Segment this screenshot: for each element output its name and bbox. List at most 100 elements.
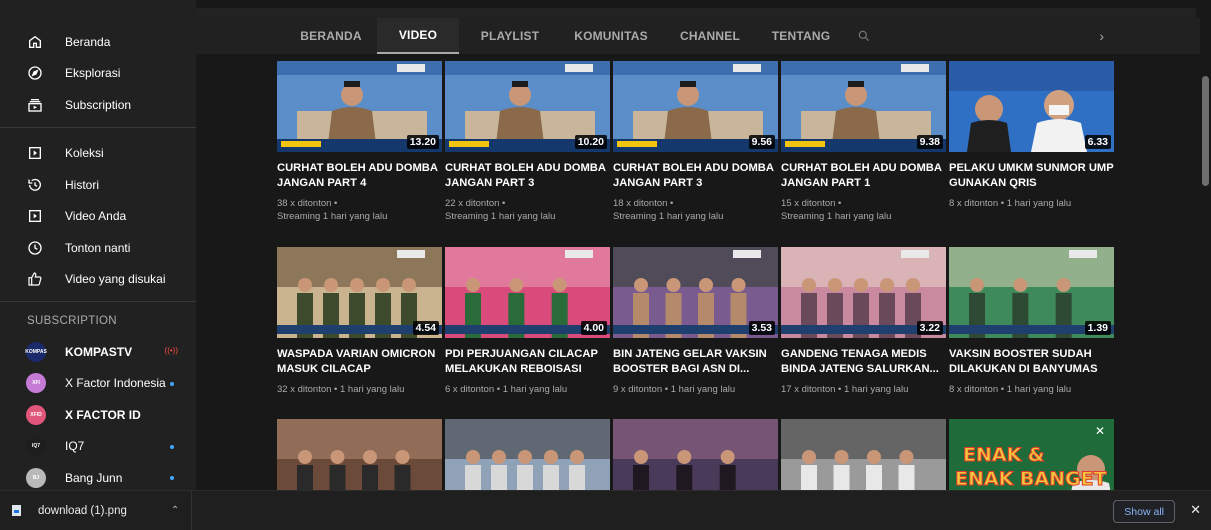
video-thumbnail[interactable]: 3.53 [613, 247, 778, 338]
video-thumbnail[interactable]: 3.22 [781, 247, 946, 338]
subscriptions-icon [26, 96, 44, 114]
video-meta: 32 x ditonton • 1 hari yang lalu [277, 383, 442, 396]
sidebar-item-beranda[interactable]: Beranda [0, 26, 196, 58]
video-title[interactable]: BIN JATENG GELAR VAKSIN BOOSTER BAGI ASN… [613, 347, 778, 377]
upload-time: Streaming 1 hari yang lalu [277, 211, 388, 222]
duration-badge: 4.54 [412, 321, 439, 335]
sidebar-item-histori[interactable]: Histori [0, 169, 196, 201]
video-thumbnail[interactable]: 13.20 [277, 61, 442, 152]
video-thumbnail[interactable]: 10.20 [445, 61, 610, 152]
tab-playlist[interactable]: PLAYLIST [460, 18, 560, 54]
video-meta: 38 x ditonton • Streaming 1 hari yang lal… [277, 197, 442, 223]
video-card[interactable]: 3.53 BIN JATENG GELAR VAKSIN BOOSTER BAGI… [613, 247, 778, 396]
video-card[interactable]: 6.33 PELAKU UMKM SUNMOR UMP GUNAKAN QRIS 8… [949, 61, 1114, 223]
tab-beranda[interactable]: BERANDA [286, 18, 376, 54]
sidebar-item-label: Video yang disukai [65, 272, 166, 287]
tab-channel[interactable]: CHANNEL [662, 18, 758, 54]
video-thumbnail[interactable]: 6.33 [949, 61, 1114, 152]
video-meta: 22 x ditonton • Streaming 1 hari yang lal… [445, 197, 610, 223]
video-card[interactable]: 9.56 CURHAT BOLEH ADU DOMBA JANGAN PART 3… [613, 61, 778, 223]
sidebar-divider [0, 126, 196, 128]
video-title[interactable]: CURHAT BOLEH ADU DOMBA JANGAN PART 4 [277, 161, 442, 191]
tabs-next-chevron-icon[interactable]: › [1099, 18, 1104, 54]
video-thumbnail[interactable]: 1.39 [949, 247, 1114, 338]
video-row: 13.20 CURHAT BOLEH ADU DOMBA JANGAN PART … [277, 61, 1117, 223]
duration-badge: 4.00 [580, 321, 607, 335]
video-thumbnail[interactable]: 4.00 [445, 247, 610, 338]
view-count: 22 x ditonton • [445, 198, 506, 209]
home-icon [26, 33, 44, 51]
sidebar-item-label: Koleksi [65, 146, 104, 161]
video-card[interactable]: 3.22 GANDENG TENAGA MEDIS BINDA JATENG SA… [781, 247, 946, 396]
video-title[interactable]: WASPADA VARIAN OMICRON MASUK CILACAP [277, 347, 442, 377]
top-strip [196, 0, 1200, 18]
svg-text:ENAK BANGET: ENAK BANGET [955, 468, 1107, 490]
video-thumbnail[interactable]: 9.38 [781, 61, 946, 152]
duration-badge: 6.33 [1084, 135, 1111, 149]
upload-time: Streaming 1 hari yang lalu [613, 211, 724, 222]
new-content-dot [170, 381, 174, 386]
video-title[interactable]: CURHAT BOLEH ADU DOMBA JANGAN PART 3 [613, 161, 778, 191]
subscription-item[interactable]: XFI X Factor Indonesia [0, 368, 196, 400]
video-title[interactable]: CURHAT BOLEH ADU DOMBA JANGAN PART 3 [445, 161, 610, 191]
view-count: 15 x ditonton • [781, 198, 842, 209]
subscription-name: X FACTOR ID [65, 407, 141, 422]
svg-text:ENAK &: ENAK & [963, 444, 1045, 466]
close-icon[interactable]: ✕ [1190, 502, 1201, 518]
view-count: 6 x ditonton • 1 hari yang lalu [445, 384, 568, 395]
video-card[interactable]: 4.54 WASPADA VARIAN OMICRON MASUK CILACAP… [277, 247, 442, 396]
page-scrollbar[interactable] [1200, 54, 1211, 490]
download-filename: download (1).png [38, 504, 127, 517]
svg-text:✕: ✕ [1095, 424, 1105, 438]
duration-badge: 1.39 [1084, 321, 1111, 335]
sidebar-item-video-anda[interactable]: Video Anda [0, 201, 196, 233]
subscription-item[interactable]: KOMPAS KOMPASTV ((•)) [0, 336, 196, 368]
channel-tab-bar: BERANDA VIDEO PLAYLIST KOMUNITAS CHANNEL TENT… [196, 18, 1200, 54]
play-icon [26, 207, 44, 225]
subscription-item[interactable]: BJ Bang Junn [0, 462, 196, 494]
sidebar-item-eksplorasi[interactable]: Eksplorasi [0, 58, 196, 90]
video-thumbnail[interactable]: 4.54 [277, 247, 442, 338]
view-count: 8 x ditonton • 1 hari yang lalu [949, 384, 1072, 395]
new-content-dot [170, 444, 174, 449]
sidebar-item-label: Histori [65, 177, 100, 192]
video-title[interactable]: PELAKU UMKM SUNMOR UMP GUNAKAN QRIS [949, 161, 1114, 191]
duration-badge: 10.20 [574, 135, 607, 149]
video-card[interactable]: 13.20 CURHAT BOLEH ADU DOMBA JANGAN PART … [277, 61, 442, 223]
subscription-name: IQ7 [65, 439, 85, 454]
search-icon[interactable] [844, 18, 884, 54]
video-card[interactable]: 9.38 CURHAT BOLEH ADU DOMBA JANGAN PART 1… [781, 61, 946, 223]
video-card[interactable]: 10.20 CURHAT BOLEH ADU DOMBA JANGAN PART … [445, 61, 610, 223]
tab-tentang[interactable]: TENTANG [759, 18, 843, 54]
sidebar-item-subscription[interactable]: Subscription [0, 89, 196, 121]
video-card[interactable]: 4.00 PDI PERJUANGAN CILACAP MELAKUKAN REB… [445, 247, 610, 396]
video-title[interactable]: VAKSIN BOOSTER SUDAH DILAKUKAN DI BANYUM… [949, 347, 1114, 377]
sidebar-item-koleksi[interactable]: Koleksi [0, 138, 196, 170]
sidebar-item-label: Eksplorasi [65, 66, 121, 81]
show-all-button[interactable]: Show all [1113, 500, 1175, 523]
video-thumbnail[interactable]: 9.56 [613, 61, 778, 152]
chevron-up-icon[interactable]: ⌃ [171, 505, 179, 516]
sidebar-item-tonton-nanti[interactable]: Tonton nanti [0, 232, 196, 264]
duration-badge: 9.38 [916, 135, 943, 149]
sidebar-item-label: Beranda [65, 34, 111, 49]
video-title[interactable]: GANDENG TENAGA MEDIS BINDA JATENG SALURK… [781, 347, 946, 377]
video-title[interactable]: PDI PERJUANGAN CILACAP MELAKUKAN REBOISA… [445, 347, 610, 377]
sidebar-item-video-yang-disukai[interactable]: Video yang disukai [0, 264, 196, 296]
video-meta: 8 x ditonton • 1 hari yang lalu [949, 383, 1114, 396]
video-title[interactable]: CURHAT BOLEH ADU DOMBA JANGAN PART 1 [781, 161, 946, 191]
tab-video[interactable]: VIDEO [377, 18, 459, 54]
subscription-item[interactable]: IQ7 IQ7 [0, 431, 196, 463]
subscription-heading: SUBSCRIPTION [27, 315, 117, 327]
video-meta: 8 x ditonton • 1 hari yang lalu [949, 197, 1114, 210]
scrollbar-thumb[interactable] [1202, 76, 1209, 186]
tab-komunitas[interactable]: KOMUNITAS [561, 18, 661, 54]
view-count: 9 x ditonton • 1 hari yang lalu [613, 384, 736, 395]
subscription-item[interactable]: XFID X FACTOR ID [0, 399, 196, 431]
duration-badge: 3.22 [916, 321, 943, 335]
video-card[interactable]: 1.39 VAKSIN BOOSTER SUDAH DILAKUKAN DI BA… [949, 247, 1114, 396]
subscription-name: X Factor Indonesia [65, 376, 166, 391]
avatar: KOMPAS [25, 341, 47, 362]
sidebar-item-label: Tonton nanti [65, 240, 131, 255]
download-item[interactable]: download (1).png ⌃ [0, 490, 192, 530]
